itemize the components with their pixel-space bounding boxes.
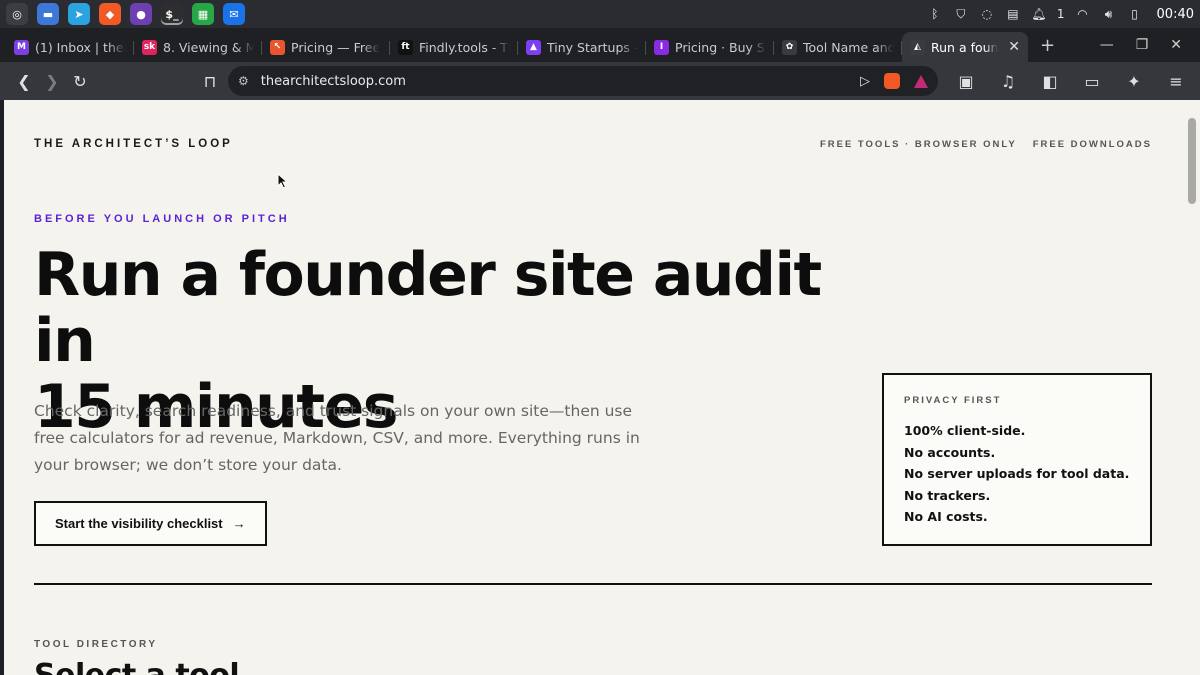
tiny-startups-icon: ▲ [526, 39, 541, 55]
volume-icon[interactable]: 🔊︎ [1101, 6, 1117, 22]
calculator-icon[interactable]: ▦ [192, 3, 214, 25]
privacy-line: No trackers. [904, 487, 991, 503]
battery-icon[interactable]: ▯ [1127, 6, 1143, 22]
clipboard-icon[interactable]: ▤ [1005, 6, 1021, 22]
nav-link-free-tools[interactable]: FREE TOOLS · BROWSER ONLY [820, 139, 1017, 150]
sidebar-icon[interactable]: ◧ [1036, 67, 1064, 95]
tab-label: (1) Inbox | thea [35, 39, 126, 55]
tab[interactable]: ▲ Tiny Startups – [518, 32, 646, 62]
start-checklist-button[interactable]: Start the visibility checklist → [34, 501, 267, 546]
browser-toolbar: ❮ ❯ ↻ ⊓ ⚙ thearchitectsloop.com ▷ ▣ ♫ ◧ … [0, 62, 1200, 100]
thunderbird-icon[interactable]: ✉ [223, 3, 245, 25]
forward-icon[interactable]: ❯ [38, 67, 66, 95]
maximize-icon[interactable]: ❐ [1136, 37, 1149, 53]
nav-link-free-downloads[interactable]: FREE DOWNLOADS [1033, 139, 1152, 150]
privacy-title: PRIVACY FIRST [904, 395, 1002, 406]
close-tab-icon[interactable]: ✕ [1008, 39, 1020, 55]
new-tab-button[interactable]: + [1040, 35, 1055, 56]
page-scrollbar[interactable] [1184, 100, 1200, 675]
bluetooth-icon[interactable]: ᛒ [927, 6, 943, 22]
privacy-line: No server uploads for tool data. [904, 466, 1130, 481]
minimize-icon[interactable]: — [1100, 37, 1114, 53]
taskbar-apps: ◎ ▬ ➤ ◆ ● $_ ▦ ✉ [6, 3, 245, 25]
tool-directory-eyebrow: TOOL DIRECTORY [34, 639, 158, 650]
tab[interactable]: ↖ Pricing — Free [262, 32, 390, 62]
telegram-icon[interactable]: ➤ [68, 3, 90, 25]
files-icon[interactable]: ▬ [37, 3, 59, 25]
gmail-icon: M [14, 39, 29, 55]
os-taskbar: ◎ ▬ ➤ ◆ ● $_ ▦ ✉ ᛒ ⛉ ◌ ▤ 🔔︎ 1 ◠ 🔊︎ ▯ 00:40 [0, 0, 1200, 28]
brave-shields-icon[interactable] [884, 73, 900, 89]
hero-eyebrow: BEFORE YOU LAUNCH OR PITCH [34, 213, 290, 225]
notification-bell-icon[interactable]: 🔔︎ [1031, 6, 1047, 22]
wifi-icon[interactable]: ◠ [1075, 6, 1091, 22]
url-text[interactable]: thearchitectsloop.com [261, 74, 406, 89]
menu-icon[interactable]: ≡ [1162, 67, 1190, 95]
tab-label: Tool Name and [803, 39, 894, 55]
sk-icon: sk [142, 39, 157, 55]
intel-icon[interactable]: ◌ [979, 6, 995, 22]
tor-icon[interactable]: ● [130, 3, 152, 25]
media-icon[interactable]: ♫ [994, 67, 1022, 95]
tab[interactable]: ft Findly.tools - Th [390, 32, 518, 62]
tab-label: Pricing · Buy Se [675, 39, 766, 55]
site-header: THE ARCHITECT’S LOOP FREE TOOLS · BROWSE… [34, 138, 1152, 150]
bookmark-icon[interactable]: ⊓ [196, 67, 224, 95]
top-nav: FREE TOOLS · BROWSER ONLY FREE DOWNLOADS [820, 139, 1152, 150]
tab-label: Run a foun [931, 39, 999, 55]
toolbar-actions: ▣ ♫ ◧ ▭ ✦ ≡ [952, 67, 1190, 95]
openai-icon: ✿ [782, 39, 797, 55]
tab[interactable]: I Pricing · Buy Se [646, 32, 774, 62]
tab-strip: M (1) Inbox | thea sk 8. Viewing & M ↖ Pricin… [0, 28, 1200, 62]
send-icon[interactable]: ▷ [860, 74, 870, 89]
section-divider [34, 583, 1152, 585]
pricing-icon: I [654, 39, 669, 55]
shield-icon[interactable]: ⛉ [953, 6, 969, 22]
tab-label: Findly.tools - Th [419, 39, 510, 55]
brave-rewards-icon[interactable] [914, 74, 928, 88]
site-settings-icon[interactable]: ⚙ [238, 74, 249, 88]
privacy-line: No accounts. [904, 444, 996, 460]
notification-count: 1 [1056, 7, 1065, 21]
hero-description: Check clarity, search readiness, and tru… [34, 402, 640, 474]
address-bar[interactable]: ⚙ thearchitectsloop.com ▷ [228, 66, 938, 96]
terminal-icon[interactable]: $_ [161, 3, 183, 25]
system-tray: ᛒ ⛉ ◌ ▤ 🔔︎ 1 ◠ 🔊︎ ▯ 00:40 [927, 6, 1194, 22]
wallet-icon[interactable]: ▭ [1078, 67, 1106, 95]
leo-ai-icon[interactable]: ✦ [1120, 67, 1148, 95]
tool-directory-title: Select a tool [34, 658, 240, 675]
mouse-cursor-icon [277, 173, 289, 189]
site-brand[interactable]: THE ARCHITECT’S LOOP [34, 138, 233, 150]
tab[interactable]: ✿ Tool Name and [774, 32, 902, 62]
mint-menu-icon[interactable]: ◎ [6, 3, 28, 25]
tab-label: Pricing — Free [291, 39, 381, 55]
tab-label: Tiny Startups – [547, 39, 638, 55]
scrollbar-thumb[interactable] [1188, 118, 1196, 204]
brave-icon[interactable]: ◆ [99, 3, 121, 25]
architects-loop-icon: ◭ [910, 39, 925, 55]
privacy-line: No AI costs. [904, 509, 988, 524]
tab-active[interactable]: ◭ Run a foun ✕ [902, 32, 1028, 62]
tab[interactable]: M (1) Inbox | thea [6, 32, 134, 62]
close-window-icon[interactable]: ✕ [1170, 37, 1182, 53]
reader-mode-icon[interactable]: ▣ [952, 67, 980, 95]
clock[interactable]: 00:40 [1157, 7, 1194, 22]
back-icon[interactable]: ❮ [10, 67, 38, 95]
tab[interactable]: sk 8. Viewing & M [134, 32, 262, 62]
window-controls: — ❐ ✕ [1100, 37, 1200, 53]
tab-list: M (1) Inbox | thea sk 8. Viewing & M ↖ Pricin… [6, 28, 1028, 62]
arrow-right-icon: → [232, 516, 246, 531]
findly-icon: ft [398, 39, 413, 55]
page-viewport: THE ARCHITECT’S LOOP FREE TOOLS · BROWSE… [4, 100, 1184, 675]
privacy-card: PRIVACY FIRST 100% client-side. No accou… [882, 373, 1152, 546]
page-title-line-1: Run a founder site audit in [34, 240, 822, 376]
tab-label: 8. Viewing & M [163, 39, 254, 55]
privacy-line: 100% client-side. [904, 423, 1026, 438]
reload-icon[interactable]: ↻ [66, 67, 94, 95]
pointer-icon: ↖ [270, 39, 285, 55]
start-checklist-label: Start the visibility checklist [55, 516, 223, 531]
